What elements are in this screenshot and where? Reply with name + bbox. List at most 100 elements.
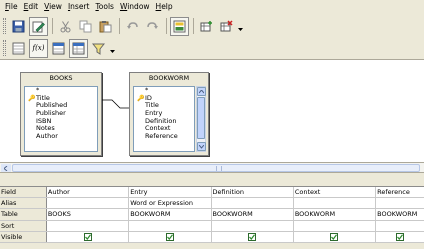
design-view-button[interactable] — [170, 16, 189, 36]
table-design-area[interactable]: BOOKS * 🔑 Title Published Publisher ISBN … — [0, 59, 424, 162]
books-table-title[interactable]: BOOKS — [21, 73, 101, 84]
design-horizontal-scrollbar[interactable] — [0, 162, 424, 173]
menu-tools[interactable]: Tools — [92, 0, 116, 14]
toolbar-grip[interactable] — [3, 18, 6, 34]
distinct-values-button[interactable] — [89, 39, 108, 58]
grid-row-alias: Alias Word or Expression — [0, 198, 424, 210]
row-label: Visible — [0, 231, 47, 242]
grid-cell[interactable]: BOOKWORM — [294, 209, 377, 220]
menu-edit[interactable]: Edit — [21, 0, 42, 14]
paste-icon — [99, 20, 112, 32]
add-table-button[interactable] — [197, 17, 216, 36]
field-item[interactable]: Author — [25, 132, 97, 141]
grid-cell[interactable]: BOOKS — [47, 209, 130, 220]
menu-file[interactable]: File — [2, 0, 21, 14]
toolbar-separator — [193, 18, 194, 34]
grid-row-table: Table BOOKS BOOKWORM BOOKWORM BOOKWORM B… — [0, 209, 424, 221]
menu-insert[interactable]: Insert — [65, 0, 93, 14]
grid-cell[interactable] — [129, 220, 212, 231]
grid-cell[interactable] — [294, 198, 377, 209]
row-label: Sort — [0, 220, 47, 231]
bookworm-field-list[interactable]: * 🔑 ID Title Entry Definition Context Ref… — [133, 86, 195, 152]
distinct-values-icon — [92, 43, 105, 55]
field-item[interactable]: * — [134, 87, 194, 95]
toolbar-overflow-button[interactable] — [109, 42, 115, 54]
row-label: Alias — [0, 198, 47, 209]
switch-design-icon — [12, 42, 25, 54]
grid-cell[interactable]: BOOKWORM — [376, 209, 424, 219]
scroll-down-button[interactable] — [197, 142, 206, 151]
books-field-list[interactable]: * 🔑 Title Published Publisher ISBN Notes … — [24, 86, 98, 152]
grid-cell — [294, 231, 377, 242]
save-button[interactable] — [9, 17, 28, 36]
relation-line[interactable] — [102, 97, 132, 113]
key-icon: 🔑 — [137, 94, 145, 102]
visible-checkbox[interactable] — [165, 232, 174, 241]
grid-cell[interactable] — [212, 198, 294, 209]
field-item[interactable]: Title — [134, 102, 194, 110]
grid-cell[interactable]: Entry — [129, 187, 212, 198]
grid-cell — [212, 231, 294, 242]
query-criteria-grid: Field Author Entry Definition Context Re… — [0, 186, 424, 243]
visible-checkbox[interactable] — [83, 232, 92, 241]
undo-button[interactable] — [123, 17, 142, 36]
chevron-down-icon — [109, 50, 115, 53]
bookworm-table-title[interactable]: BOOKWORM — [130, 73, 208, 84]
visible-checkbox[interactable] — [396, 232, 405, 241]
scroll-thumb[interactable] — [12, 164, 420, 172]
edit-button[interactable] — [29, 16, 48, 36]
save-icon — [12, 20, 25, 32]
checkmark-icon — [84, 234, 91, 240]
grid-cell — [129, 231, 212, 242]
menu-help[interactable]: Help — [153, 0, 176, 14]
grid-cell[interactable]: Reference — [376, 187, 424, 197]
grid-cell[interactable] — [376, 198, 424, 208]
grid-row-field: Field Author Entry Definition Context Re… — [0, 187, 424, 199]
grid-cell[interactable]: BOOKWORM — [129, 209, 212, 220]
grid-cell[interactable]: Definition — [212, 187, 294, 198]
design-view-icon — [173, 20, 186, 32]
toolbar-separator — [119, 18, 120, 34]
toolbar-grip[interactable] — [3, 40, 6, 56]
field-item[interactable]: Reference — [134, 132, 194, 141]
redo-button[interactable] — [143, 17, 162, 36]
delete-table-icon — [220, 19, 233, 31]
field-item[interactable]: 🔑 ID — [134, 94, 194, 103]
grid-cell[interactable] — [376, 221, 424, 231]
grid-cell[interactable]: Author — [47, 187, 130, 198]
row-label: Table — [0, 209, 47, 220]
bookworm-vertical-scrollbar[interactable] — [196, 86, 206, 152]
scroll-up-button[interactable] — [197, 87, 206, 96]
books-table-window[interactable]: BOOKS * 🔑 Title Published Publisher ISBN … — [20, 72, 102, 156]
grid-row-visible: Visible — [0, 231, 424, 243]
grid-cell[interactable] — [47, 220, 130, 231]
redo-icon — [147, 21, 158, 29]
menu-view[interactable]: View — [41, 0, 65, 14]
bookworm-table-window[interactable]: BOOKWORM * 🔑 ID Title Entry Definition Co… — [129, 72, 209, 156]
scroll-thumb[interactable] — [197, 97, 205, 139]
grid-cell[interactable] — [212, 220, 294, 231]
grid-cell — [376, 232, 424, 242]
grid-cell[interactable]: BOOKWORM — [212, 209, 294, 220]
scroll-left-button[interactable] — [1, 164, 11, 172]
grid-cell[interactable]: Word or Expression — [129, 198, 212, 209]
function-button[interactable]: f(x) — [29, 38, 48, 58]
edit-icon — [32, 21, 45, 32]
grid-cell[interactable] — [294, 220, 377, 231]
cut-button[interactable] — [56, 17, 75, 36]
chevron-down-icon — [199, 144, 204, 149]
menu-window[interactable]: Window — [117, 0, 153, 14]
delete-table-button[interactable] — [217, 17, 236, 36]
alias-button[interactable] — [69, 38, 88, 58]
checkmark-icon — [166, 234, 173, 240]
visible-checkbox[interactable] — [330, 232, 339, 241]
table-name-button[interactable] — [49, 39, 68, 58]
paste-button[interactable] — [96, 17, 115, 36]
toolbar-separator — [52, 18, 53, 34]
copy-button[interactable] — [76, 17, 95, 36]
visible-checkbox[interactable] — [248, 232, 257, 241]
toolbar-overflow-button[interactable] — [237, 20, 243, 32]
switch-design-button[interactable] — [9, 39, 28, 58]
grid-cell[interactable]: Context — [294, 187, 377, 198]
grid-cell[interactable] — [47, 198, 130, 209]
